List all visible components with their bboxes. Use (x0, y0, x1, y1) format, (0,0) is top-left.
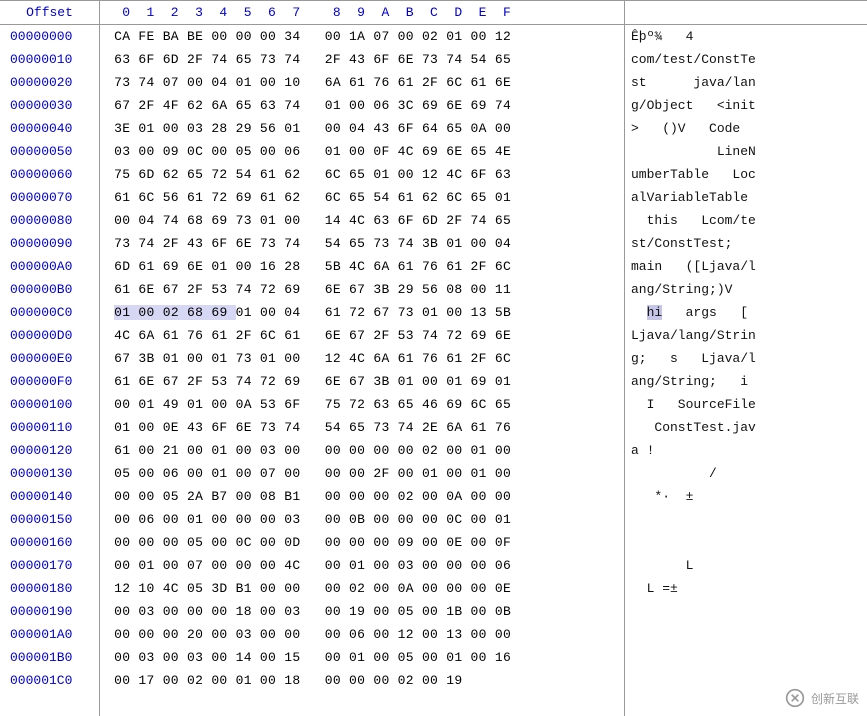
hex-row[interactable]: 00 03 00 00 00 18 00 03 00 19 00 05 00 1… (100, 600, 624, 623)
hex-column-header: 0 1 2 3 4 5 6 7 8 9 A B C D E F (100, 1, 624, 25)
offset-cell: 00000000 (0, 25, 99, 48)
hex-viewer: Offset 000000000000001000000020000000300… (0, 0, 867, 716)
hex-row[interactable]: 3E 01 00 03 28 29 56 01 00 04 43 6F 64 6… (100, 117, 624, 140)
ascii-row[interactable]: ang/String; i (625, 370, 867, 393)
ascii-row[interactable] (625, 508, 867, 531)
ascii-body: Êþº¾ 4 com/test/ConstTest java/lang/Obje… (625, 25, 867, 692)
offset-cell: 00000030 (0, 94, 99, 117)
ascii-row[interactable]: g; s Ljava/l (625, 347, 867, 370)
ascii-row[interactable]: L =± (625, 577, 867, 600)
hex-row[interactable]: 61 00 21 00 01 00 03 00 00 00 00 00 02 0… (100, 439, 624, 462)
hex-row[interactable]: 73 74 07 00 04 01 00 10 6A 61 76 61 2F 6… (100, 71, 624, 94)
ascii-row[interactable]: umberTable Loc (625, 163, 867, 186)
offset-cell: 00000180 (0, 577, 99, 600)
offset-cell: 000001B0 (0, 646, 99, 669)
hex-row[interactable]: 4C 6A 61 76 61 2F 6C 61 6E 67 2F 53 74 7… (100, 324, 624, 347)
hex-row[interactable]: 12 10 4C 05 3D B1 00 00 00 02 00 0A 00 0… (100, 577, 624, 600)
ascii-row[interactable]: > ()V Code (625, 117, 867, 140)
ascii-row[interactable]: g/Object <init (625, 94, 867, 117)
offset-cell: 000001C0 (0, 669, 99, 692)
offset-cell: 00000050 (0, 140, 99, 163)
offset-cell: 000000B0 (0, 278, 99, 301)
ascii-row[interactable]: I SourceFile (625, 393, 867, 416)
hex-row[interactable]: 01 00 02 68 69 01 00 04 61 72 67 73 01 0… (100, 301, 624, 324)
ascii-row[interactable]: alVariableTable (625, 186, 867, 209)
hex-row[interactable]: 00 06 00 01 00 00 00 03 00 0B 00 00 00 0… (100, 508, 624, 531)
ascii-row[interactable]: Êþº¾ 4 (625, 25, 867, 48)
ascii-row[interactable] (625, 531, 867, 554)
hex-row[interactable]: 00 01 00 07 00 00 00 4C 00 01 00 03 00 0… (100, 554, 624, 577)
offset-cell: 00000120 (0, 439, 99, 462)
offset-cell: 00000100 (0, 393, 99, 416)
offset-cell: 00000040 (0, 117, 99, 140)
offset-cell: 00000010 (0, 48, 99, 71)
offset-cell: 000000D0 (0, 324, 99, 347)
ascii-row[interactable] (625, 669, 867, 692)
ascii-row[interactable] (625, 600, 867, 623)
hex-row[interactable]: 00 00 05 2A B7 00 08 B1 00 00 00 02 00 0… (100, 485, 624, 508)
ascii-row[interactable]: / (625, 462, 867, 485)
offset-cell: 00000070 (0, 186, 99, 209)
offset-cell: 00000020 (0, 71, 99, 94)
offset-cell: 000001A0 (0, 623, 99, 646)
hex-row[interactable]: 67 2F 4F 62 6A 65 63 74 01 00 06 3C 69 6… (100, 94, 624, 117)
hex-row[interactable]: 67 3B 01 00 01 73 01 00 12 4C 6A 61 76 6… (100, 347, 624, 370)
ascii-row[interactable]: a ! (625, 439, 867, 462)
hex-row[interactable]: 01 00 0E 43 6F 6E 73 74 54 65 73 74 2E 6… (100, 416, 624, 439)
offset-cell: 00000130 (0, 462, 99, 485)
ascii-row[interactable]: st java/lan (625, 71, 867, 94)
hex-row[interactable]: 73 74 2F 43 6F 6E 73 74 54 65 73 74 3B 0… (100, 232, 624, 255)
offset-cell: 00000080 (0, 209, 99, 232)
ascii-row[interactable]: st/ConstTest; (625, 232, 867, 255)
offset-body: 0000000000000010000000200000003000000040… (0, 25, 99, 692)
hex-row[interactable]: 05 00 06 00 01 00 07 00 00 00 2F 00 01 0… (100, 462, 624, 485)
offset-cell: 00000110 (0, 416, 99, 439)
ascii-row[interactable]: Ljava/lang/Strin (625, 324, 867, 347)
hex-row[interactable]: 00 00 00 20 00 03 00 00 00 06 00 12 00 1… (100, 623, 624, 646)
offset-cell: 00000140 (0, 485, 99, 508)
ascii-row[interactable]: com/test/ConstTe (625, 48, 867, 71)
ascii-row[interactable]: ang/String;)V (625, 278, 867, 301)
ascii-column: Êþº¾ 4 com/test/ConstTest java/lang/Obje… (625, 1, 867, 716)
hex-row[interactable]: 63 6F 6D 2F 74 65 73 74 2F 43 6F 6E 73 7… (100, 48, 624, 71)
hex-row[interactable]: 61 6C 56 61 72 69 61 62 6C 65 54 61 62 6… (100, 186, 624, 209)
ascii-row[interactable]: L (625, 554, 867, 577)
offset-cell: 000000E0 (0, 347, 99, 370)
hex-row[interactable]: 61 6E 67 2F 53 74 72 69 6E 67 3B 01 00 0… (100, 370, 624, 393)
ascii-row[interactable]: hi args [ (625, 301, 867, 324)
ascii-row[interactable]: ConstTest.jav (625, 416, 867, 439)
offset-cell: 00000150 (0, 508, 99, 531)
hex-row[interactable]: 61 6E 67 2F 53 74 72 69 6E 67 3B 29 56 0… (100, 278, 624, 301)
hex-row[interactable]: 00 04 74 68 69 73 01 00 14 4C 63 6F 6D 2… (100, 209, 624, 232)
hex-row[interactable]: 6D 61 69 6E 01 00 16 28 5B 4C 6A 61 76 6… (100, 255, 624, 278)
hex-row[interactable]: 75 6D 62 65 72 54 61 62 6C 65 01 00 12 4… (100, 163, 624, 186)
hex-row[interactable]: 00 01 49 01 00 0A 53 6F 75 72 63 65 46 6… (100, 393, 624, 416)
ascii-row[interactable]: this Lcom/te (625, 209, 867, 232)
offset-cell: 00000090 (0, 232, 99, 255)
offset-cell: 00000170 (0, 554, 99, 577)
offset-cell: 00000160 (0, 531, 99, 554)
offset-cell: 000000C0 (0, 301, 99, 324)
hex-column: 0 1 2 3 4 5 6 7 8 9 A B C D E F CA FE BA… (100, 1, 625, 716)
hex-row[interactable]: 00 00 00 05 00 0C 00 0D 00 00 00 09 00 0… (100, 531, 624, 554)
offset-cell: 000000A0 (0, 255, 99, 278)
ascii-row[interactable]: *· ± (625, 485, 867, 508)
offset-cell: 00000190 (0, 600, 99, 623)
offset-column: Offset 000000000000001000000020000000300… (0, 1, 100, 716)
hex-row[interactable]: 03 00 09 0C 00 05 00 06 01 00 0F 4C 69 6… (100, 140, 624, 163)
offset-header-label: Offset (0, 1, 99, 25)
ascii-row[interactable]: LineN (625, 140, 867, 163)
hex-body: CA FE BA BE 00 00 00 34 00 1A 07 00 02 0… (100, 25, 624, 692)
hex-row[interactable]: 00 03 00 03 00 14 00 15 00 01 00 05 00 0… (100, 646, 624, 669)
ascii-header (625, 1, 867, 25)
hex-row[interactable]: 00 17 00 02 00 01 00 18 00 00 00 02 00 1… (100, 669, 624, 692)
offset-cell: 000000F0 (0, 370, 99, 393)
offset-cell: 00000060 (0, 163, 99, 186)
hex-row[interactable]: CA FE BA BE 00 00 00 34 00 1A 07 00 02 0… (100, 25, 624, 48)
ascii-row[interactable] (625, 623, 867, 646)
ascii-row[interactable]: main ([Ljava/l (625, 255, 867, 278)
ascii-row[interactable] (625, 646, 867, 669)
